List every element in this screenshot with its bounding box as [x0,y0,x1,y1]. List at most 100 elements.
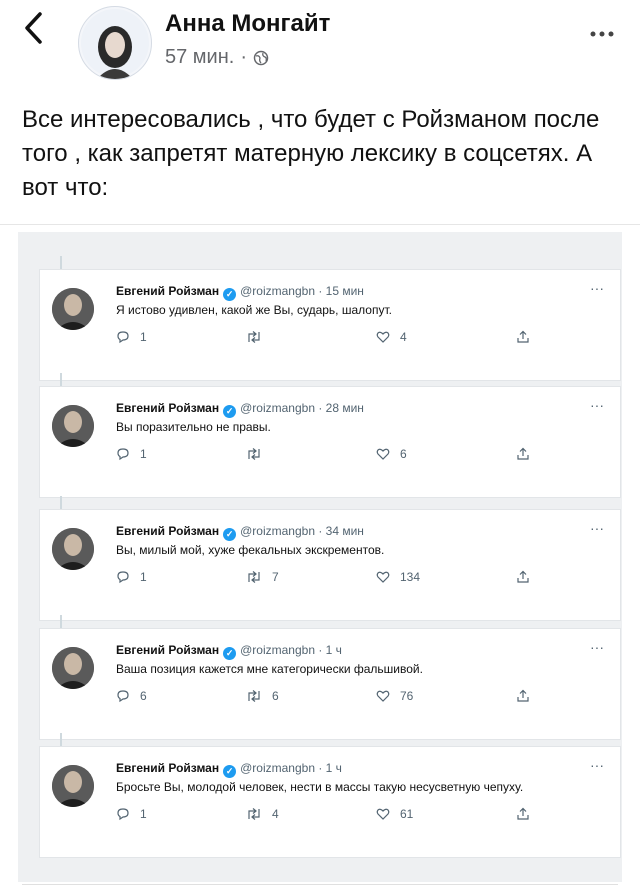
like-count: 4 [400,330,407,344]
like-button[interactable]: 76 [376,689,413,703]
retweet-button[interactable]: 7 [246,570,279,584]
share-button[interactable] [516,447,530,461]
tweet-author[interactable]: Евгений Ройзман [116,761,219,775]
verified-badge-icon: ✓ [223,647,237,660]
tweet-author[interactable]: Евгений Ройзман [116,284,219,298]
retweet-count: 7 [272,570,279,584]
retweet-button[interactable]: 6 [246,689,279,703]
avatar[interactable] [78,6,152,80]
share-icon [516,689,530,703]
tweet-handle-time[interactable]: @roizmangbn · 34 мин [240,524,364,538]
tweet-card[interactable]: Евгений Ройзман ✓ @roizmangbn · 1 ч ··· Ваша… [40,629,620,739]
chevron-left-icon [25,12,42,44]
share-button[interactable] [516,330,530,344]
share-icon [516,330,530,344]
tweet-avatar[interactable] [52,528,94,570]
tweet-text: Вы, милый мой, хуже фекальных экскремент… [116,543,385,557]
tweet-text: Вы поразительно не правы. [116,420,271,434]
reply-button[interactable]: 1 [116,570,147,584]
tweet-actions: 14 [116,330,586,350]
share-icon [516,570,530,584]
author-name[interactable]: Анна Монгайт [165,10,330,38]
retweet-button[interactable] [246,330,272,344]
like-button[interactable]: 4 [376,330,407,344]
tweet-avatar[interactable] [52,288,94,330]
reply-icon [116,689,130,703]
verified-badge-icon: ✓ [223,288,237,301]
more-options-button[interactable] [590,18,614,44]
tweet-handle-time[interactable]: @roizmangbn · 1 ч [240,643,342,657]
like-button[interactable]: 6 [376,447,407,461]
tweet-card[interactable]: Евгений Ройзман ✓ @roizmangbn · 1 ч ··· Брос… [40,747,620,857]
tweet-handle-time[interactable]: @roizmangbn · 28 мин [240,401,364,415]
tweet-handle-time[interactable]: @roizmangbn · 1 ч [240,761,342,775]
reply-count: 6 [140,689,147,703]
reply-icon [116,330,130,344]
reply-button[interactable]: 1 [116,807,147,821]
retweet-icon [246,689,262,703]
tweet-more-button[interactable]: ··· [590,280,604,296]
reply-icon [116,447,130,461]
tweet-avatar[interactable] [52,405,94,447]
tweet-text: Ваша позиция кажется мне категорически ф… [116,662,423,676]
share-button[interactable] [516,570,530,584]
like-count: 61 [400,807,414,821]
retweet-count: 6 [272,689,279,703]
tweet-header: Евгений Ройзман ✓ @roizmangbn · 1 ч [116,643,342,660]
like-button[interactable]: 134 [376,570,420,584]
tweet-more-button[interactable]: ··· [590,639,604,655]
heart-icon [376,570,390,584]
tweet-more-button[interactable]: ··· [590,520,604,536]
tweet-actions: 6 6 76 [116,689,586,709]
tweets-screenshot: Евгений Ройзман ✓ @roizmangbn · 15 мин ··· Я… [18,232,622,882]
meta-separator: · [240,46,247,68]
share-icon [516,447,530,461]
post-header: Анна Монгайт 57 мин. · [0,0,640,90]
avatar-image [81,9,149,79]
share-icon [516,807,530,821]
share-button[interactable] [516,689,530,703]
post-time[interactable]: 57 мин. [165,46,234,69]
tweet-card[interactable]: Евгений Ройзман ✓ @roizmangbn · 34 мин ··· В… [40,510,620,620]
more-horizontal-icon [590,31,614,37]
reply-icon [116,570,130,584]
tweet-actions: 16 [116,447,586,467]
reply-button[interactable]: 1 [116,330,147,344]
tweet-actions: 1 4 61 [116,807,586,827]
verified-badge-icon: ✓ [223,765,237,778]
reply-count: 1 [140,447,147,461]
tweet-more-button[interactable]: ··· [590,397,604,413]
tweet-avatar[interactable] [52,647,94,689]
tweet-author[interactable]: Евгений Ройзман [116,524,219,538]
verified-badge-icon: ✓ [223,528,237,541]
share-button[interactable] [516,807,530,821]
back-button[interactable] [22,10,44,53]
reply-count: 1 [140,330,147,344]
post-text: Все интересовались , что будет с Ройзман… [22,106,600,201]
tweet-author[interactable]: Евгений Ройзман [116,401,219,415]
tweet-more-button[interactable]: ··· [590,757,604,773]
retweet-icon [246,447,262,461]
reply-count: 1 [140,570,147,584]
tweet-header: Евгений Ройзман ✓ @roizmangbn · 1 ч [116,761,342,778]
retweet-button[interactable] [246,447,272,461]
tweet-header: Евгений Ройзман ✓ @roizmangbn · 15 мин [116,284,364,301]
divider [0,224,640,225]
post-meta: 57 мин. · [165,46,269,69]
reply-button[interactable]: 6 [116,689,147,703]
reply-icon [116,807,130,821]
tweet-author[interactable]: Евгений Ройзман [116,643,219,657]
tweet-handle-time[interactable]: @roizmangbn · 15 мин [240,284,364,298]
globe-icon [253,50,269,65]
retweet-button[interactable]: 4 [246,807,279,821]
retweet-icon [246,807,262,821]
tweet-card[interactable]: Евгений Ройзман ✓ @roizmangbn · 28 мин ··· В… [40,387,620,497]
like-button[interactable]: 61 [376,807,413,821]
tweet-text: Бросьте Вы, молодой человек, нести в мас… [116,780,524,794]
reply-button[interactable]: 1 [116,447,147,461]
heart-icon [376,447,390,461]
retweet-icon [246,330,262,344]
tweet-card[interactable]: Евгений Ройзман ✓ @roizmangbn · 15 мин ··· Я… [40,270,620,380]
verified-badge-icon: ✓ [223,405,237,418]
tweet-avatar[interactable] [52,765,94,807]
